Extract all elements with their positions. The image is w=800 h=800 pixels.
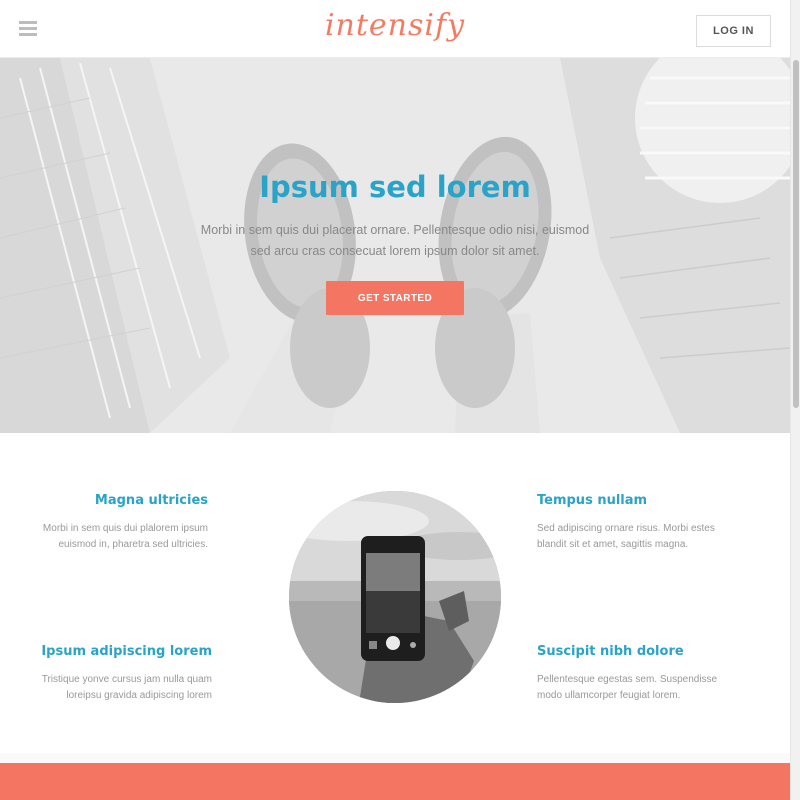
feature-item: Suscipit nibh dolore Pellentesque egesta… — [537, 644, 737, 704]
feature-text: Sed adipiscing ornare risus. Morbi estes… — [537, 523, 715, 550]
feature-title: Tempus nullam — [537, 493, 648, 508]
site-header: intensify LOG IN — [0, 0, 790, 58]
hero-title: Ipsum sed lorem — [259, 170, 531, 204]
feature-text: Morbi in sem quis dui plalorem ipsum eui… — [42, 523, 208, 550]
feature-text: Tristique yonve cursus jam nulla quam lo… — [41, 674, 212, 701]
scrollbar-thumb[interactable] — [793, 60, 799, 408]
hero-section: Ipsum sed lorem Morbi in sem quis dui pl… — [0, 58, 790, 433]
features-section: Magna ultricies Morbi in sem quis dui pl… — [0, 433, 790, 753]
feature-item: Magna ultricies Morbi in sem quis dui pl… — [8, 493, 208, 553]
hero-description: Morbi in sem quis dui placerat ornare. P… — [200, 223, 590, 258]
feature-item: Ipsum adipiscing lorem Tristique yonve c… — [12, 644, 212, 704]
feature-title: Suscipit nibh dolore — [537, 644, 684, 659]
bottom-accent-band — [0, 763, 790, 800]
get-started-button[interactable]: GET STARTED — [326, 281, 464, 315]
feature-title: Ipsum adipiscing lorem — [41, 644, 212, 659]
feature-text: Pellentesque egestas sem. Suspendisse mo… — [537, 674, 718, 701]
login-button[interactable]: LOG IN — [696, 15, 771, 47]
feature-item: Tempus nullam Sed adipiscing ornare risu… — [537, 493, 737, 553]
page-scrollbar[interactable] — [790, 0, 800, 800]
phone-image — [289, 491, 501, 703]
site-logo[interactable]: intensify — [0, 8, 790, 43]
section-divider — [0, 753, 790, 763]
feature-title: Magna ultricies — [94, 493, 208, 508]
